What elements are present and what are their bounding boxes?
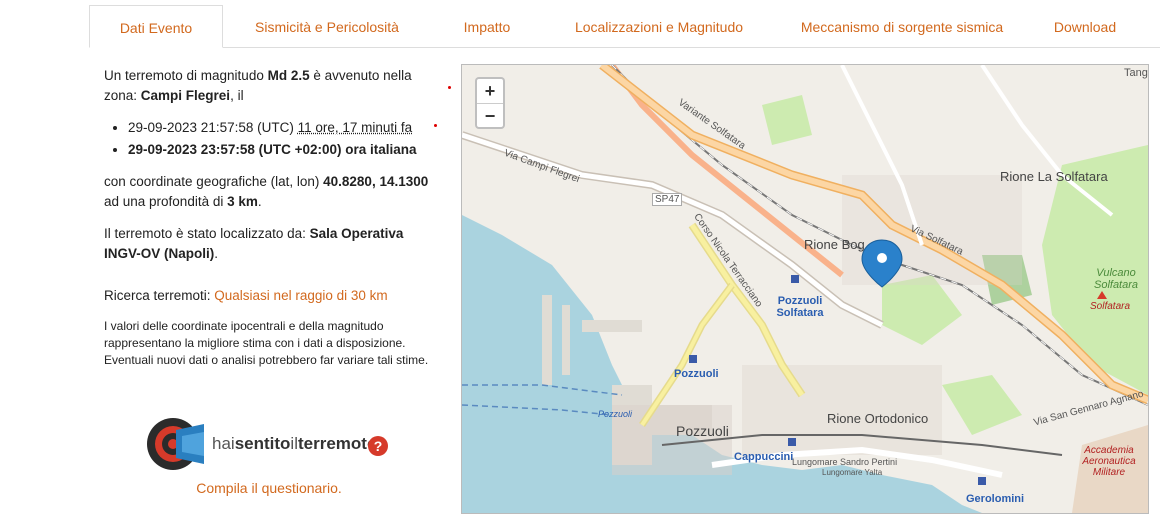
map-label: Lungomare Yalta (822, 468, 883, 477)
map-label: Gerolomini (966, 493, 1025, 505)
tab-localizzazioni[interactable]: Localizzazioni e Magnitudo (543, 5, 775, 47)
map-label: Lungomare Sandro Pertini (792, 457, 898, 467)
marker-dot (434, 124, 437, 127)
map-label: Pozzuoli Solfatara (776, 295, 824, 319)
map-label: Pozzuoli (598, 409, 633, 419)
map-label: Tang (1124, 67, 1148, 79)
time-list: 29-09-2023 21:57:58 (UTC) 11 ore, 17 min… (104, 118, 434, 160)
time-ago: 11 ore, 17 minuti fa (297, 120, 413, 135)
map-label: Vulcano Solfatara (1093, 267, 1139, 291)
utc-time-item: 29-09-2023 21:57:58 (UTC) 11 ore, 17 min… (128, 118, 434, 138)
search-text: Ricerca terremoti: Qualsiasi nel raggio … (104, 288, 388, 303)
tab-sismicita[interactable]: Sismicità e Pericolosità (223, 5, 431, 47)
questionnaire-link[interactable]: Compila il questionario. (104, 480, 434, 496)
tab-meccanismo[interactable]: Meccanismo di sorgente sismica (775, 5, 1029, 47)
map-tiles (462, 65, 1148, 513)
search-radius-link[interactable]: Qualsiasi nel raggio di 30 km (214, 288, 387, 303)
haisentito-wordmark: haisentitoilterremoto (212, 434, 378, 453)
tab-download[interactable]: Download (1029, 5, 1141, 47)
haisentito-logo-icon (147, 418, 204, 470)
tab-dati-evento[interactable]: Dati Evento (89, 5, 223, 48)
located-by-text: Il terremoto è stato localizzato da: Sal… (104, 226, 404, 261)
help-icon[interactable]: ? (368, 436, 388, 456)
map-label: Cappuccini (734, 451, 794, 463)
magnitude-value: Md 2.5 (267, 68, 310, 83)
marker-dot (448, 86, 451, 89)
map-label: SP47 (652, 193, 683, 206)
local-time-item: 29-09-2023 23:57:58 (UTC +02:00) ora ita… (128, 140, 434, 160)
tab-bar: Dati Evento Sismicità e Pericolosità Imp… (0, 5, 1170, 48)
map-label: Rione Ortodonico (827, 411, 929, 426)
event-info: Un terremoto di magnitudo Md 2.5 è avven… (104, 66, 434, 381)
map-label: Pozzuoli (676, 423, 729, 439)
map-label: Rione Bog (804, 237, 865, 252)
zoom-out-button[interactable]: − (477, 104, 503, 128)
map-label: Rione La Solfatara (1000, 169, 1108, 184)
map-label: Pozzuoli (674, 368, 719, 380)
zoom-in-button[interactable]: + (477, 79, 503, 103)
event-map[interactable]: + − Tang Rione La Solfatara Rione Bog Po… (461, 64, 1149, 514)
depth-value: 3 km (227, 194, 258, 209)
map-label: Solfatara (1090, 301, 1131, 312)
event-summary: Un terremoto di magnitudo Md 2.5 è avven… (104, 68, 412, 103)
coordinates-value: 40.8280, 14.1300 (323, 174, 429, 189)
tab-impatto[interactable]: Impatto (431, 5, 543, 47)
haisentito-banner[interactable]: haisentitoilterremoto ? (146, 416, 406, 472)
zone-value: Campi Flegrei (140, 88, 231, 103)
map-label: Accademia Aeronautica Militare (1082, 445, 1136, 478)
zoom-control: + − (475, 77, 505, 129)
disclaimer-note: I valori delle coordinate ipocentrali e … (104, 319, 429, 367)
coordinates-text: con coordinate geografiche (lat, lon) 40… (104, 174, 429, 209)
tab-divider (90, 47, 1160, 48)
